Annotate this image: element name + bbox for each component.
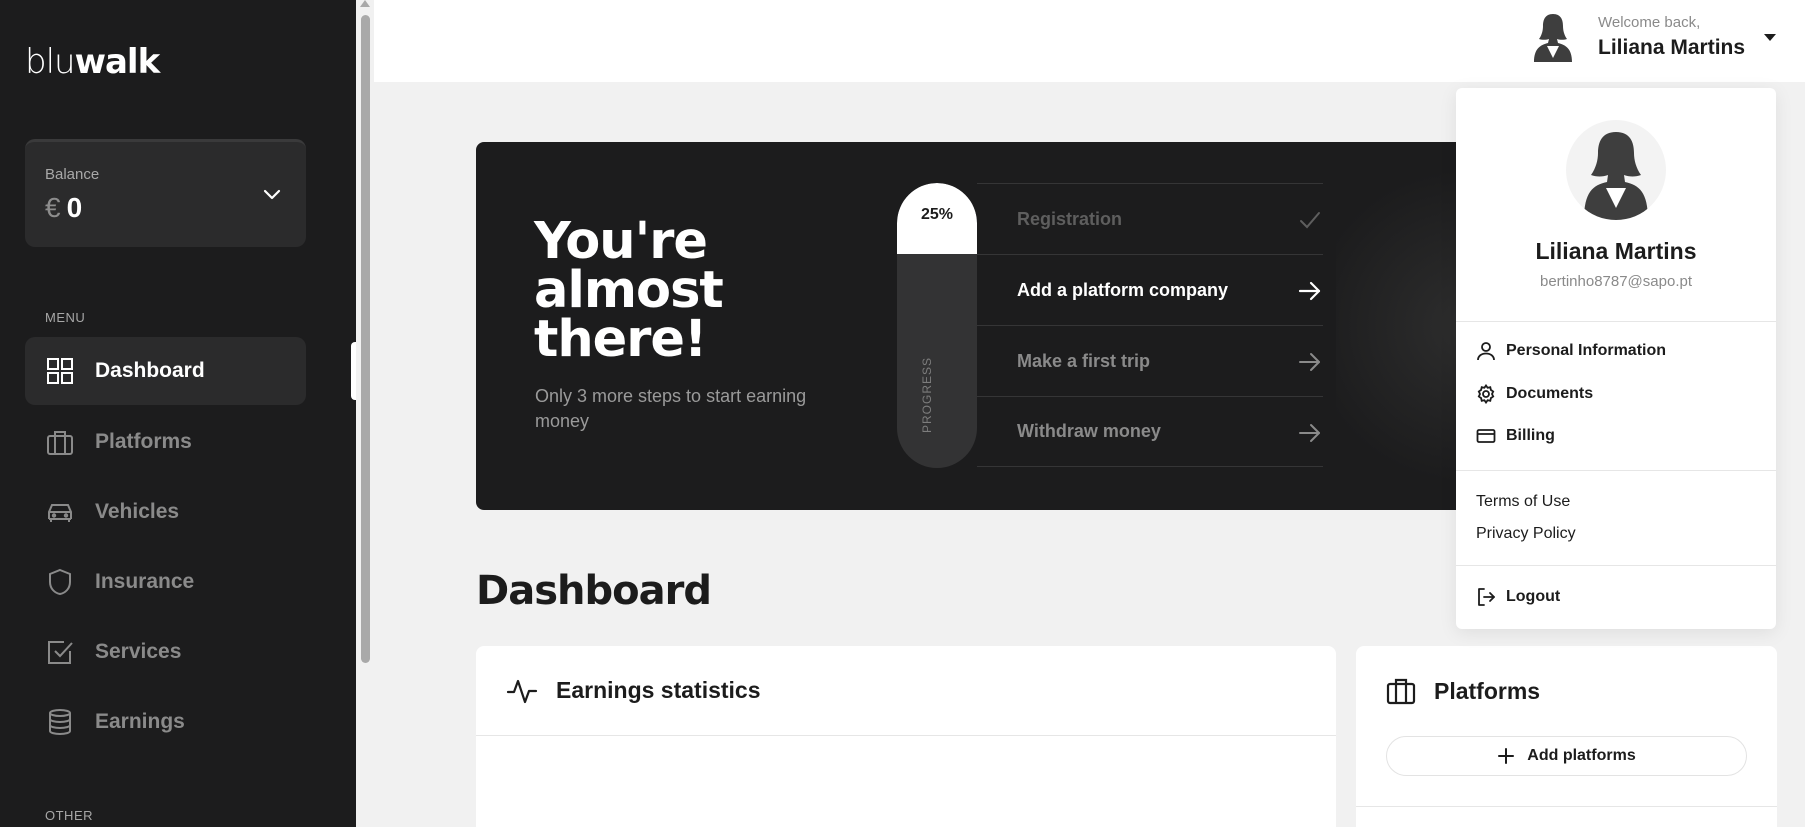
sidebar-item-vehicles[interactable]: Vehicles bbox=[25, 478, 306, 546]
bluwalk-logo[interactable]: bluwalk bbox=[25, 42, 160, 82]
card-header: Earnings statistics bbox=[476, 646, 1336, 736]
divider bbox=[1456, 470, 1776, 471]
briefcase-icon bbox=[47, 431, 73, 455]
balance-card[interactable]: Balance €0 bbox=[25, 139, 306, 247]
divider bbox=[1456, 565, 1776, 566]
sidebar-item-label: Platforms bbox=[95, 430, 192, 453]
hero-subtitle: Only 3 more steps to start earning money bbox=[535, 386, 807, 431]
earnings-statistics-card: Earnings statistics bbox=[476, 646, 1336, 827]
checkbox-icon bbox=[48, 641, 73, 664]
arrow-right-icon bbox=[1298, 281, 1321, 301]
grid-icon bbox=[47, 358, 73, 384]
header-user-name[interactable]: Liliana Martins bbox=[1598, 36, 1745, 60]
step-label: Registration bbox=[1017, 208, 1123, 229]
sidebar: bluwalk Balance €0 MENU Dashboard Platfo… bbox=[0, 0, 356, 827]
balance-label: Balance bbox=[45, 166, 100, 183]
sidebar-item-label: Vehicles bbox=[95, 500, 180, 523]
step-first-trip[interactable]: Make a first trip bbox=[977, 325, 1323, 396]
menu-item-personal-information[interactable]: Personal Information bbox=[1476, 341, 1666, 361]
progress-label: PROGRESS bbox=[920, 356, 934, 433]
privacy-policy-link[interactable]: Privacy Policy bbox=[1476, 525, 1576, 543]
scroll-up-arrow-icon[interactable] bbox=[360, 0, 370, 7]
caret-down-icon[interactable] bbox=[1764, 34, 1776, 41]
dropdown-user-email: bertinho8787@sapo.pt bbox=[1539, 273, 1692, 290]
add-platforms-button[interactable]: Add platforms bbox=[1386, 736, 1747, 776]
step-label: Make a first trip bbox=[1017, 350, 1151, 371]
credit-card-icon bbox=[1476, 429, 1496, 443]
card-header: Platforms bbox=[1356, 646, 1777, 736]
user-avatar[interactable] bbox=[1530, 12, 1576, 62]
hero-title: You're almost there! bbox=[534, 212, 724, 369]
onboarding-hero-card: You're almost there! Only 3 more steps t… bbox=[476, 142, 1496, 510]
logout-button[interactable]: Logout bbox=[1476, 587, 1560, 607]
dropdown-avatar bbox=[1566, 120, 1666, 220]
menu-item-billing[interactable]: Billing bbox=[1476, 426, 1555, 446]
sidebar-item-services[interactable]: Services bbox=[25, 618, 306, 686]
dropdown-user-name: Liliana Martins bbox=[1535, 238, 1697, 264]
divider bbox=[1356, 806, 1777, 807]
menu-item-label: Billing bbox=[1506, 427, 1555, 444]
sidebar-item-earnings[interactable]: Earnings bbox=[25, 688, 306, 756]
card-title: Platforms bbox=[1434, 677, 1541, 704]
divider bbox=[1456, 321, 1776, 322]
scrollbar-thumb[interactable] bbox=[361, 15, 370, 663]
add-platforms-label: Add platforms bbox=[1527, 747, 1636, 764]
menu-section-label: MENU bbox=[45, 310, 86, 325]
user-silhouette-icon bbox=[1584, 132, 1648, 220]
arrow-right-icon bbox=[1299, 353, 1320, 371]
page-title: Dashboard bbox=[476, 568, 712, 614]
database-icon bbox=[49, 709, 71, 736]
logout-label: Logout bbox=[1506, 588, 1561, 605]
sidebar-item-label: Dashboard bbox=[95, 359, 205, 382]
other-section-label: OTHER bbox=[45, 808, 93, 823]
sidebar-item-label: Insurance bbox=[95, 570, 195, 593]
sidebar-item-platforms[interactable]: Platforms bbox=[25, 408, 306, 476]
step-label: Add a platform company bbox=[1017, 279, 1229, 300]
chevron-down-icon[interactable] bbox=[260, 182, 284, 206]
onboarding-steps: Registration Add a platform company Make… bbox=[977, 183, 1323, 467]
arrow-right-icon bbox=[1299, 424, 1320, 442]
logout-icon bbox=[1478, 588, 1495, 606]
shield-icon bbox=[49, 568, 71, 596]
step-add-platform[interactable]: Add a platform company bbox=[977, 254, 1323, 325]
menu-item-documents[interactable]: Documents bbox=[1476, 384, 1593, 404]
balance-value: €0 bbox=[45, 192, 83, 223]
menu-item-label: Documents bbox=[1506, 385, 1594, 402]
plus-icon bbox=[1498, 748, 1515, 764]
terms-of-use-link[interactable]: Terms of Use bbox=[1476, 493, 1570, 511]
sidebar-item-dashboard[interactable]: Dashboard bbox=[25, 337, 306, 405]
step-registration[interactable]: Registration bbox=[977, 183, 1323, 254]
activity-icon bbox=[506, 679, 538, 703]
briefcase-icon bbox=[1386, 678, 1416, 705]
platforms-card: Platforms Add platforms bbox=[1356, 646, 1777, 827]
sidebar-item-label: Earnings bbox=[95, 710, 185, 733]
sidebar-item-insurance[interactable]: Insurance bbox=[25, 548, 306, 616]
progress-percent: 25% bbox=[920, 206, 954, 223]
user-icon bbox=[1477, 342, 1495, 361]
gear-icon bbox=[1477, 384, 1495, 404]
sidebar-item-label: Services bbox=[95, 640, 182, 663]
step-withdraw[interactable]: Withdraw money bbox=[977, 396, 1323, 467]
card-title: Earnings statistics bbox=[556, 677, 761, 703]
step-label: Withdraw money bbox=[1017, 421, 1161, 441]
user-menu-dropdown: Liliana Martins bertinho8787@sapo.pt Per… bbox=[1456, 88, 1776, 629]
check-icon bbox=[1300, 212, 1320, 229]
car-icon bbox=[48, 504, 72, 522]
welcome-text: Welcome back, bbox=[1598, 14, 1701, 31]
menu-item-label: Personal Information bbox=[1506, 342, 1667, 359]
progress-indicator: 25% PROGRESS bbox=[897, 183, 977, 468]
top-bar bbox=[374, 0, 1805, 82]
